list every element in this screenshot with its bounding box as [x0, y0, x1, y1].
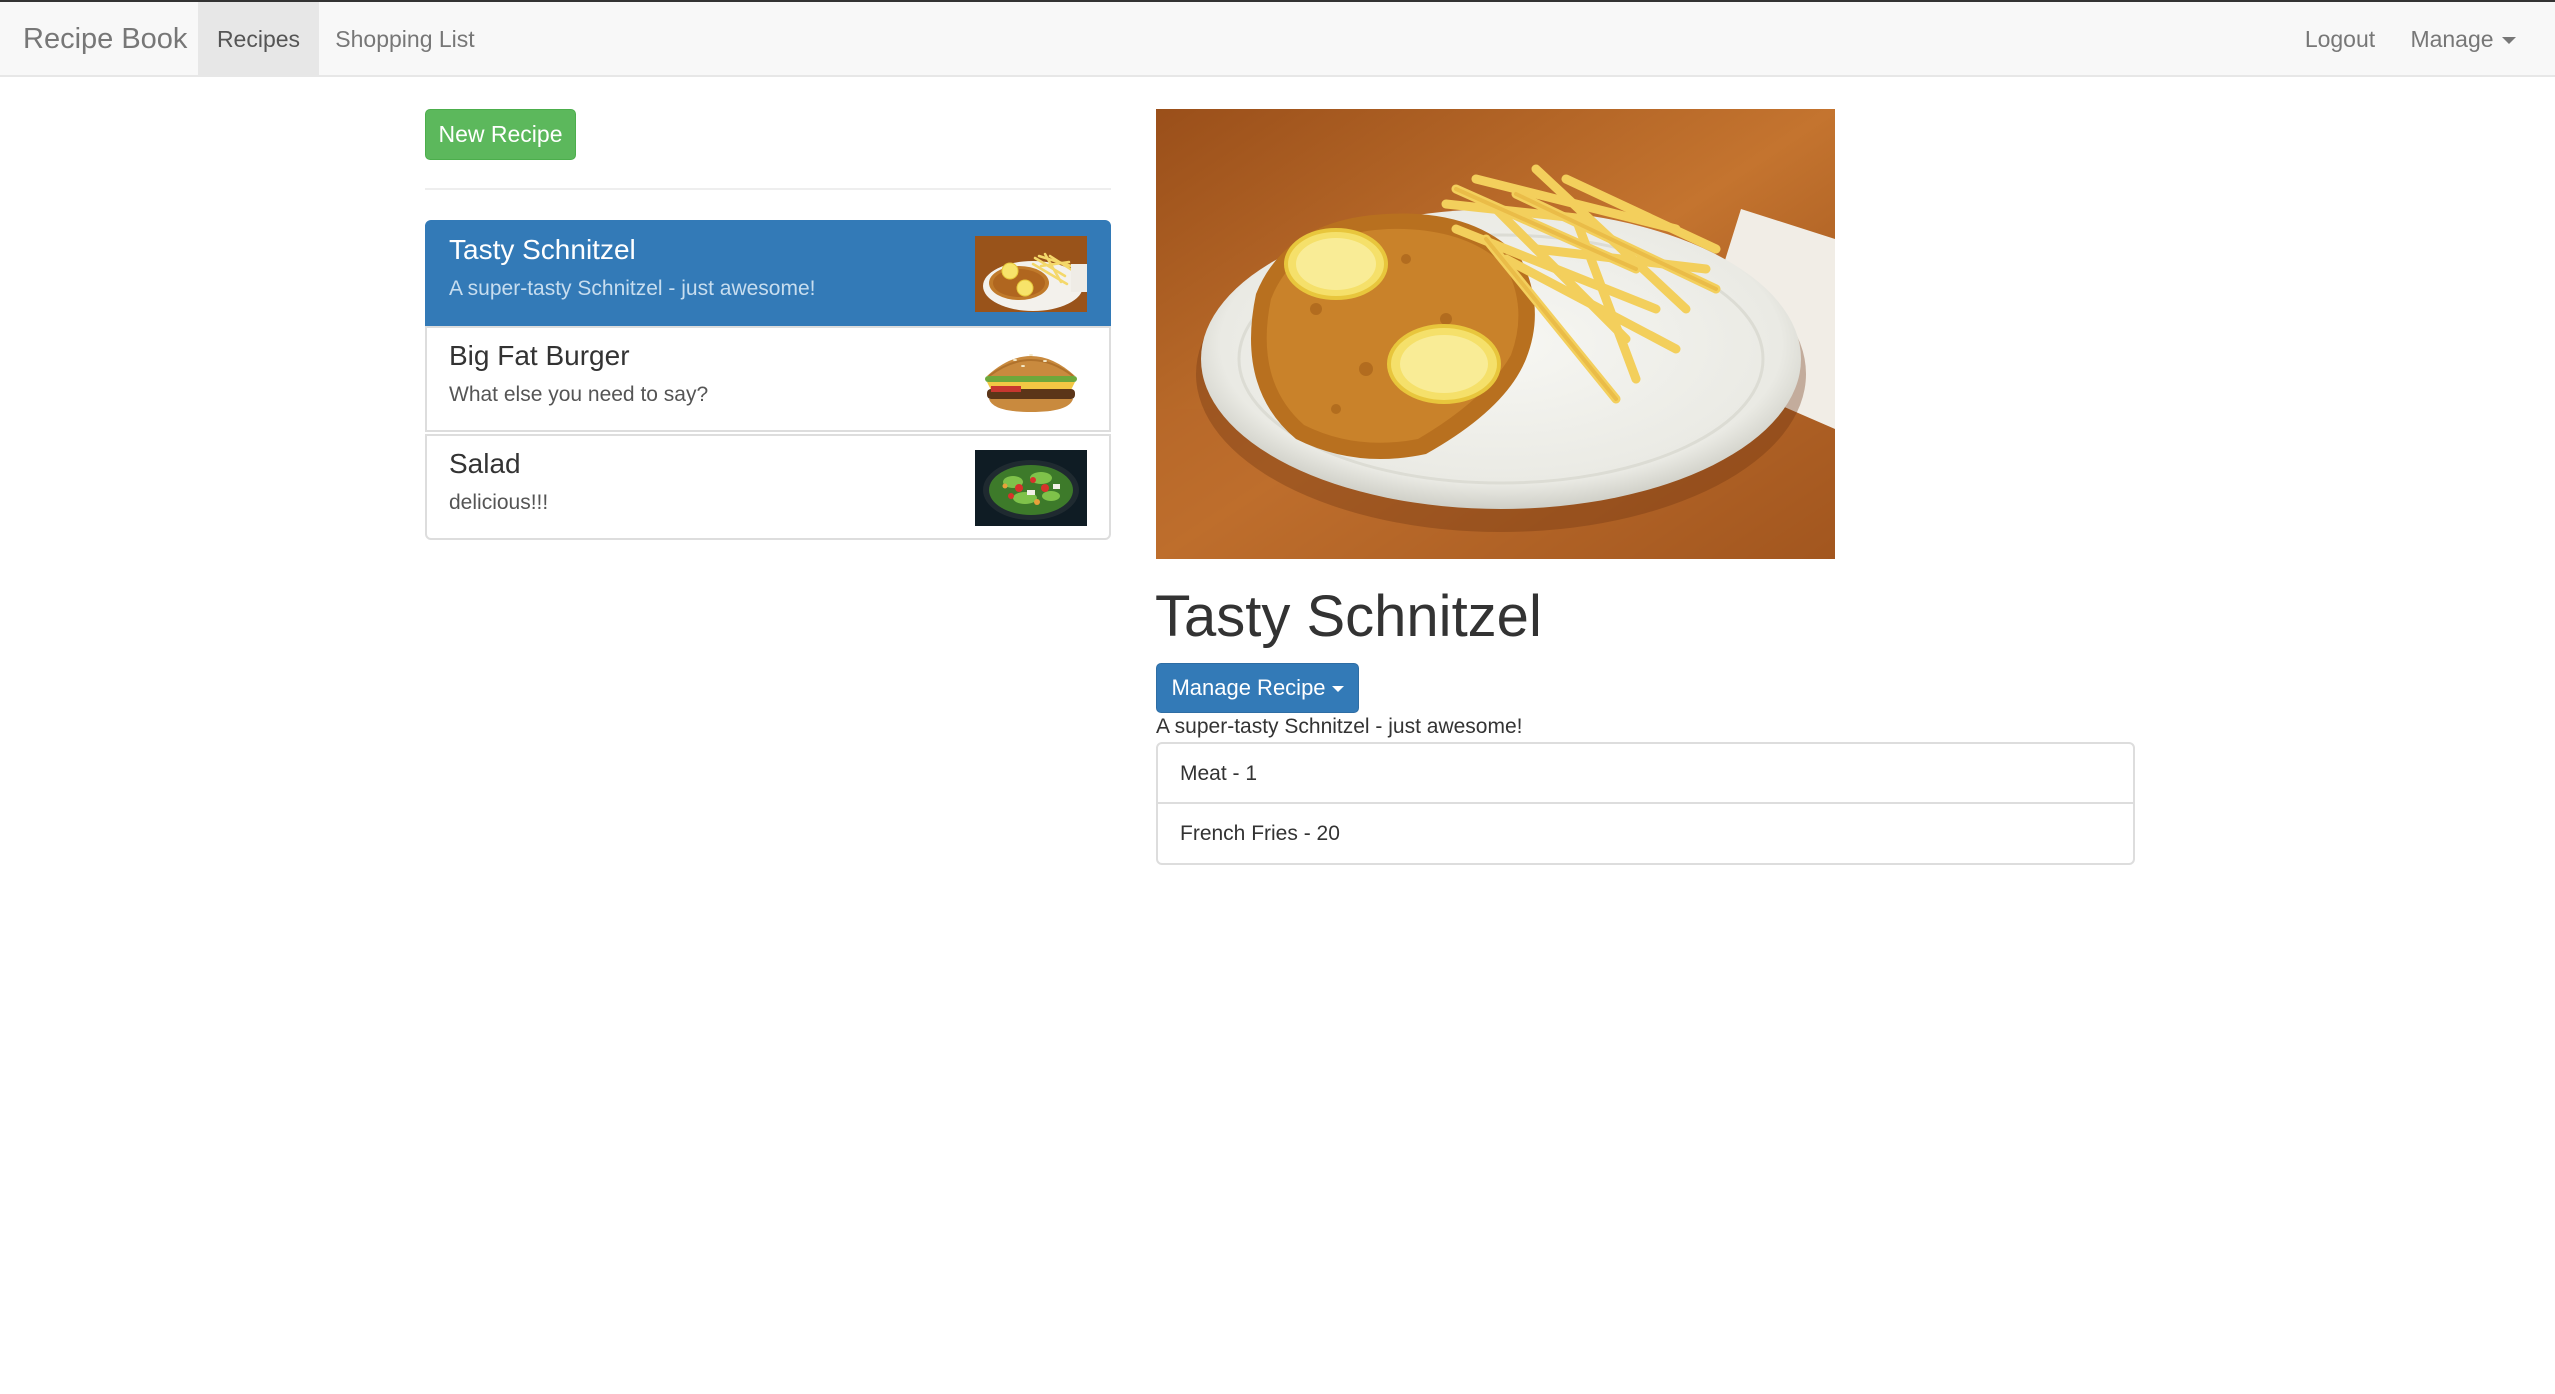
- chevron-down-icon: [1331, 686, 1344, 693]
- nav-manage-dropdown[interactable]: Manage: [2393, 2, 2533, 77]
- nav-shopping-list[interactable]: Shopping List: [319, 2, 491, 77]
- recipe-description: What else you need to say?: [449, 383, 709, 406]
- manage-recipe-dropdown[interactable]: Manage Recipe: [1156, 663, 1359, 713]
- nav-manage-label: Manage: [2410, 26, 2494, 52]
- nav-logout[interactable]: Logout: [2287, 2, 2393, 77]
- recipe-title: Tasty Schnitzel: [1155, 584, 1542, 649]
- manage-recipe-label: Manage Recipe: [1171, 675, 1326, 700]
- ingredient-item: Meat - 1: [1158, 744, 2133, 804]
- new-recipe-button[interactable]: New Recipe: [425, 109, 576, 160]
- recipe-list-item[interactable]: Big Fat Burger What else you need to say…: [425, 326, 1111, 432]
- chevron-down-icon: [2501, 37, 2516, 45]
- navbar: Recipe Book Recipes Shopping List Logout…: [0, 2, 2555, 77]
- recipe-list-item[interactable]: Tasty Schnitzel A super-tasty Schnitzel …: [425, 220, 1111, 326]
- ingredient-item: French Fries - 20: [1180, 822, 1340, 845]
- brand-link[interactable]: Recipe Book: [23, 2, 187, 77]
- salad-thumbnail: [975, 450, 1087, 526]
- burger-thumbnail: [975, 342, 1087, 418]
- recipe-list-item[interactable]: Salad delicious!!!: [425, 434, 1111, 540]
- recipe-name: Big Fat Burger: [449, 340, 630, 371]
- recipe-image: [1156, 109, 1835, 559]
- recipe-name: Tasty Schnitzel: [449, 234, 636, 265]
- recipe-name: Salad: [449, 448, 521, 479]
- recipe-description-detail: A super-tasty Schnitzel - just awesome!: [1156, 715, 1523, 738]
- nav-recipes[interactable]: Recipes: [198, 2, 319, 77]
- schnitzel-thumbnail: [975, 236, 1087, 312]
- recipe-description: delicious!!!: [449, 491, 549, 514]
- divider: [425, 188, 1111, 190]
- recipe-description: A super-tasty Schnitzel - just awesome!: [449, 277, 816, 300]
- ingredient-list: Meat - 1 French Fries - 20: [1156, 742, 2135, 865]
